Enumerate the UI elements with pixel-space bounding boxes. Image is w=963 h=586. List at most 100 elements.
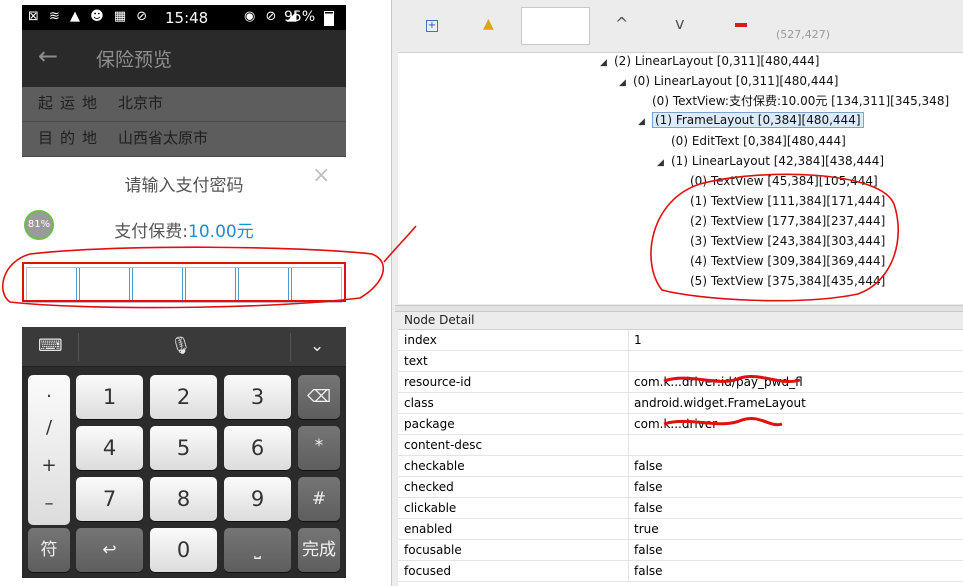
ui-inspector-panel: + ▲ ^ v (527,427) ◢ (2) LinearLayout [0,3… (395, 0, 963, 586)
password-input-box[interactable] (26, 267, 342, 303)
detail-row[interactable]: checked false (398, 477, 963, 498)
tree-node[interactable]: (5) TextView [375,384][435,444] (676, 273, 885, 292)
tree-node[interactable]: (0) EditText [0,384][480,444] (657, 133, 846, 152)
tree-node[interactable]: ◢ (1) LinearLayout [42,384][438,444] (657, 153, 884, 172)
keyboard-icon[interactable]: ⌨ (38, 336, 63, 356)
detail-key: clickable (404, 501, 457, 515)
status-bar: ⊠ ≋ ▲ ☻ ▦ ⊘ 15:48 ◉ ⊘ ◢ 95% (22, 5, 346, 30)
destination-row: 目的地 山西省太原市 (22, 122, 346, 157)
tree-node[interactable]: (2) TextView [177,384][237,444] (676, 213, 885, 232)
done-key[interactable]: 完成 (298, 528, 340, 572)
tree-node[interactable]: (0) TextView [45,384][105,444] (676, 173, 878, 192)
key-8[interactable]: 8 (150, 477, 217, 521)
password-cell (27, 268, 77, 302)
origin-value: 北京市 (118, 94, 164, 112)
search-input[interactable] (521, 7, 590, 45)
tree-node[interactable]: (4) TextView [309,384][369,444] (676, 253, 885, 272)
column-divider (628, 330, 629, 351)
progress-badge[interactable]: 81% (24, 210, 54, 240)
column-divider (628, 498, 629, 519)
detail-row[interactable]: text (398, 351, 963, 372)
key-0[interactable]: 0 (150, 528, 217, 572)
warning-icon[interactable]: ▲ (483, 16, 494, 32)
detail-row[interactable]: focusable false (398, 540, 963, 561)
expanded-arrow-icon[interactable]: ◢ (600, 55, 614, 72)
insurance-info-rows: 起运地 北京市 目的地 山西省太原市 (22, 87, 346, 157)
key-6[interactable]: 6 (224, 426, 291, 470)
password-cell (239, 268, 289, 302)
detail-row[interactable]: index 1 (398, 330, 963, 351)
panel-splitter[interactable] (395, 305, 963, 312)
column-divider (628, 519, 629, 540)
tree-node[interactable]: ◢ (0) LinearLayout [0,311][480,444] (619, 73, 838, 92)
space-key[interactable]: ⎵ (224, 528, 291, 572)
clear-search-icon[interactable] (735, 23, 747, 27)
key-slash[interactable]: / (28, 417, 70, 438)
column-divider (628, 372, 629, 393)
tree-node[interactable]: ◢ (2) LinearLayout [0,311][480,444] (600, 53, 819, 72)
tree-node-label: (3) TextView [243,384][303,444] (690, 234, 886, 248)
column-divider (628, 435, 629, 456)
cursor-coordinates: (527,427) (776, 28, 831, 41)
tree-node[interactable]: (0) TextView:支付保费:10.00元 [134,311][345,3… (638, 93, 949, 112)
detail-key: index (404, 333, 437, 347)
key-3[interactable]: 3 (224, 375, 291, 419)
return-key[interactable]: ↩ (76, 528, 143, 572)
expanded-arrow-icon[interactable]: ◢ (619, 75, 633, 92)
detail-key: package (404, 417, 455, 431)
detail-key: class (404, 396, 434, 410)
device-screenshot-panel: ⊠ ≋ ▲ ☻ ▦ ⊘ 15:48 ◉ ⊘ ◢ 95% ← 保险预览 起运地 北… (0, 0, 392, 586)
detail-row[interactable]: class android.widget.FrameLayout (398, 393, 963, 414)
tree-node[interactable]: (1) TextView [111,384][171,444] (676, 193, 885, 212)
expanded-arrow-icon[interactable]: ◢ (657, 155, 671, 172)
detail-row[interactable]: checkable false (398, 456, 963, 477)
chevron-down-icon[interactable]: ⌄ (310, 336, 324, 356)
key-4[interactable]: 4 (76, 426, 143, 470)
key-7[interactable]: 7 (76, 477, 143, 521)
password-cell (186, 268, 236, 302)
key-5[interactable]: 5 (150, 426, 217, 470)
detail-row[interactable]: package com.k...driver (398, 414, 963, 435)
detail-value: false (634, 480, 663, 494)
close-icon[interactable]: × (312, 163, 330, 188)
key-hash[interactable]: # (298, 477, 340, 521)
column-divider (628, 477, 629, 498)
chevron-down-icon[interactable]: v (675, 14, 684, 33)
status-icons-left: ⊠ ≋ ▲ ☻ ▦ ⊘ (28, 9, 151, 24)
key-dot[interactable]: . (28, 381, 70, 402)
detail-key: checkable (404, 459, 465, 473)
expand-all-icon[interactable]: + (426, 20, 438, 32)
tree-node-label: (2) TextView [177,384][237,444] (690, 214, 886, 228)
key-plus[interactable]: + (28, 455, 70, 476)
origin-label: 起运地 (38, 94, 105, 112)
hierarchy-tree: ◢ (2) LinearLayout [0,311][480,444] ◢ (0) … (398, 52, 963, 304)
tree-node-selected[interactable]: ◢ (1) FrameLayout [0,384][480,444] (638, 112, 864, 131)
detail-row[interactable]: enabled true (398, 519, 963, 540)
app-bar: ← 保险预览 (22, 30, 346, 87)
destination-value: 山西省太原市 (118, 129, 209, 147)
tree-node[interactable]: (3) TextView [243,384][303,444] (676, 233, 885, 252)
key-1[interactable]: 1 (76, 375, 143, 419)
back-arrow-icon[interactable]: ← (38, 42, 58, 70)
detail-row[interactable]: clickable false (398, 498, 963, 519)
key-2[interactable]: 2 (150, 375, 217, 419)
detail-value: com.k...driver (634, 417, 718, 431)
column-divider (628, 456, 629, 477)
detail-row[interactable]: content-desc (398, 435, 963, 456)
microphone-icon[interactable]: 🎙 (170, 336, 192, 356)
detail-row[interactable]: focused false (398, 561, 963, 582)
detail-value: false (634, 459, 663, 473)
detail-row[interactable]: resource-id com.k...driver:id/pay_pwd_fl (398, 372, 963, 393)
column-divider (628, 414, 629, 435)
phone-screen: ⊠ ≋ ▲ ☻ ▦ ⊘ 15:48 ◉ ⊘ ◢ 95% ← 保险预览 起运地 北… (22, 5, 346, 578)
key-star[interactable]: * (298, 426, 340, 470)
backspace-key[interactable]: ⌫ (298, 375, 340, 419)
expanded-arrow-icon[interactable]: ◢ (638, 114, 652, 131)
detail-value: false (634, 564, 663, 578)
chevron-up-icon[interactable]: ^ (615, 14, 628, 33)
key-minus[interactable]: – (28, 493, 70, 514)
key-9[interactable]: 9 (224, 477, 291, 521)
detail-value: 1 (634, 333, 642, 347)
tree-node-label: (0) TextView [45,384][105,444] (690, 174, 878, 188)
symbol-switch-key[interactable]: 符 (28, 528, 70, 572)
